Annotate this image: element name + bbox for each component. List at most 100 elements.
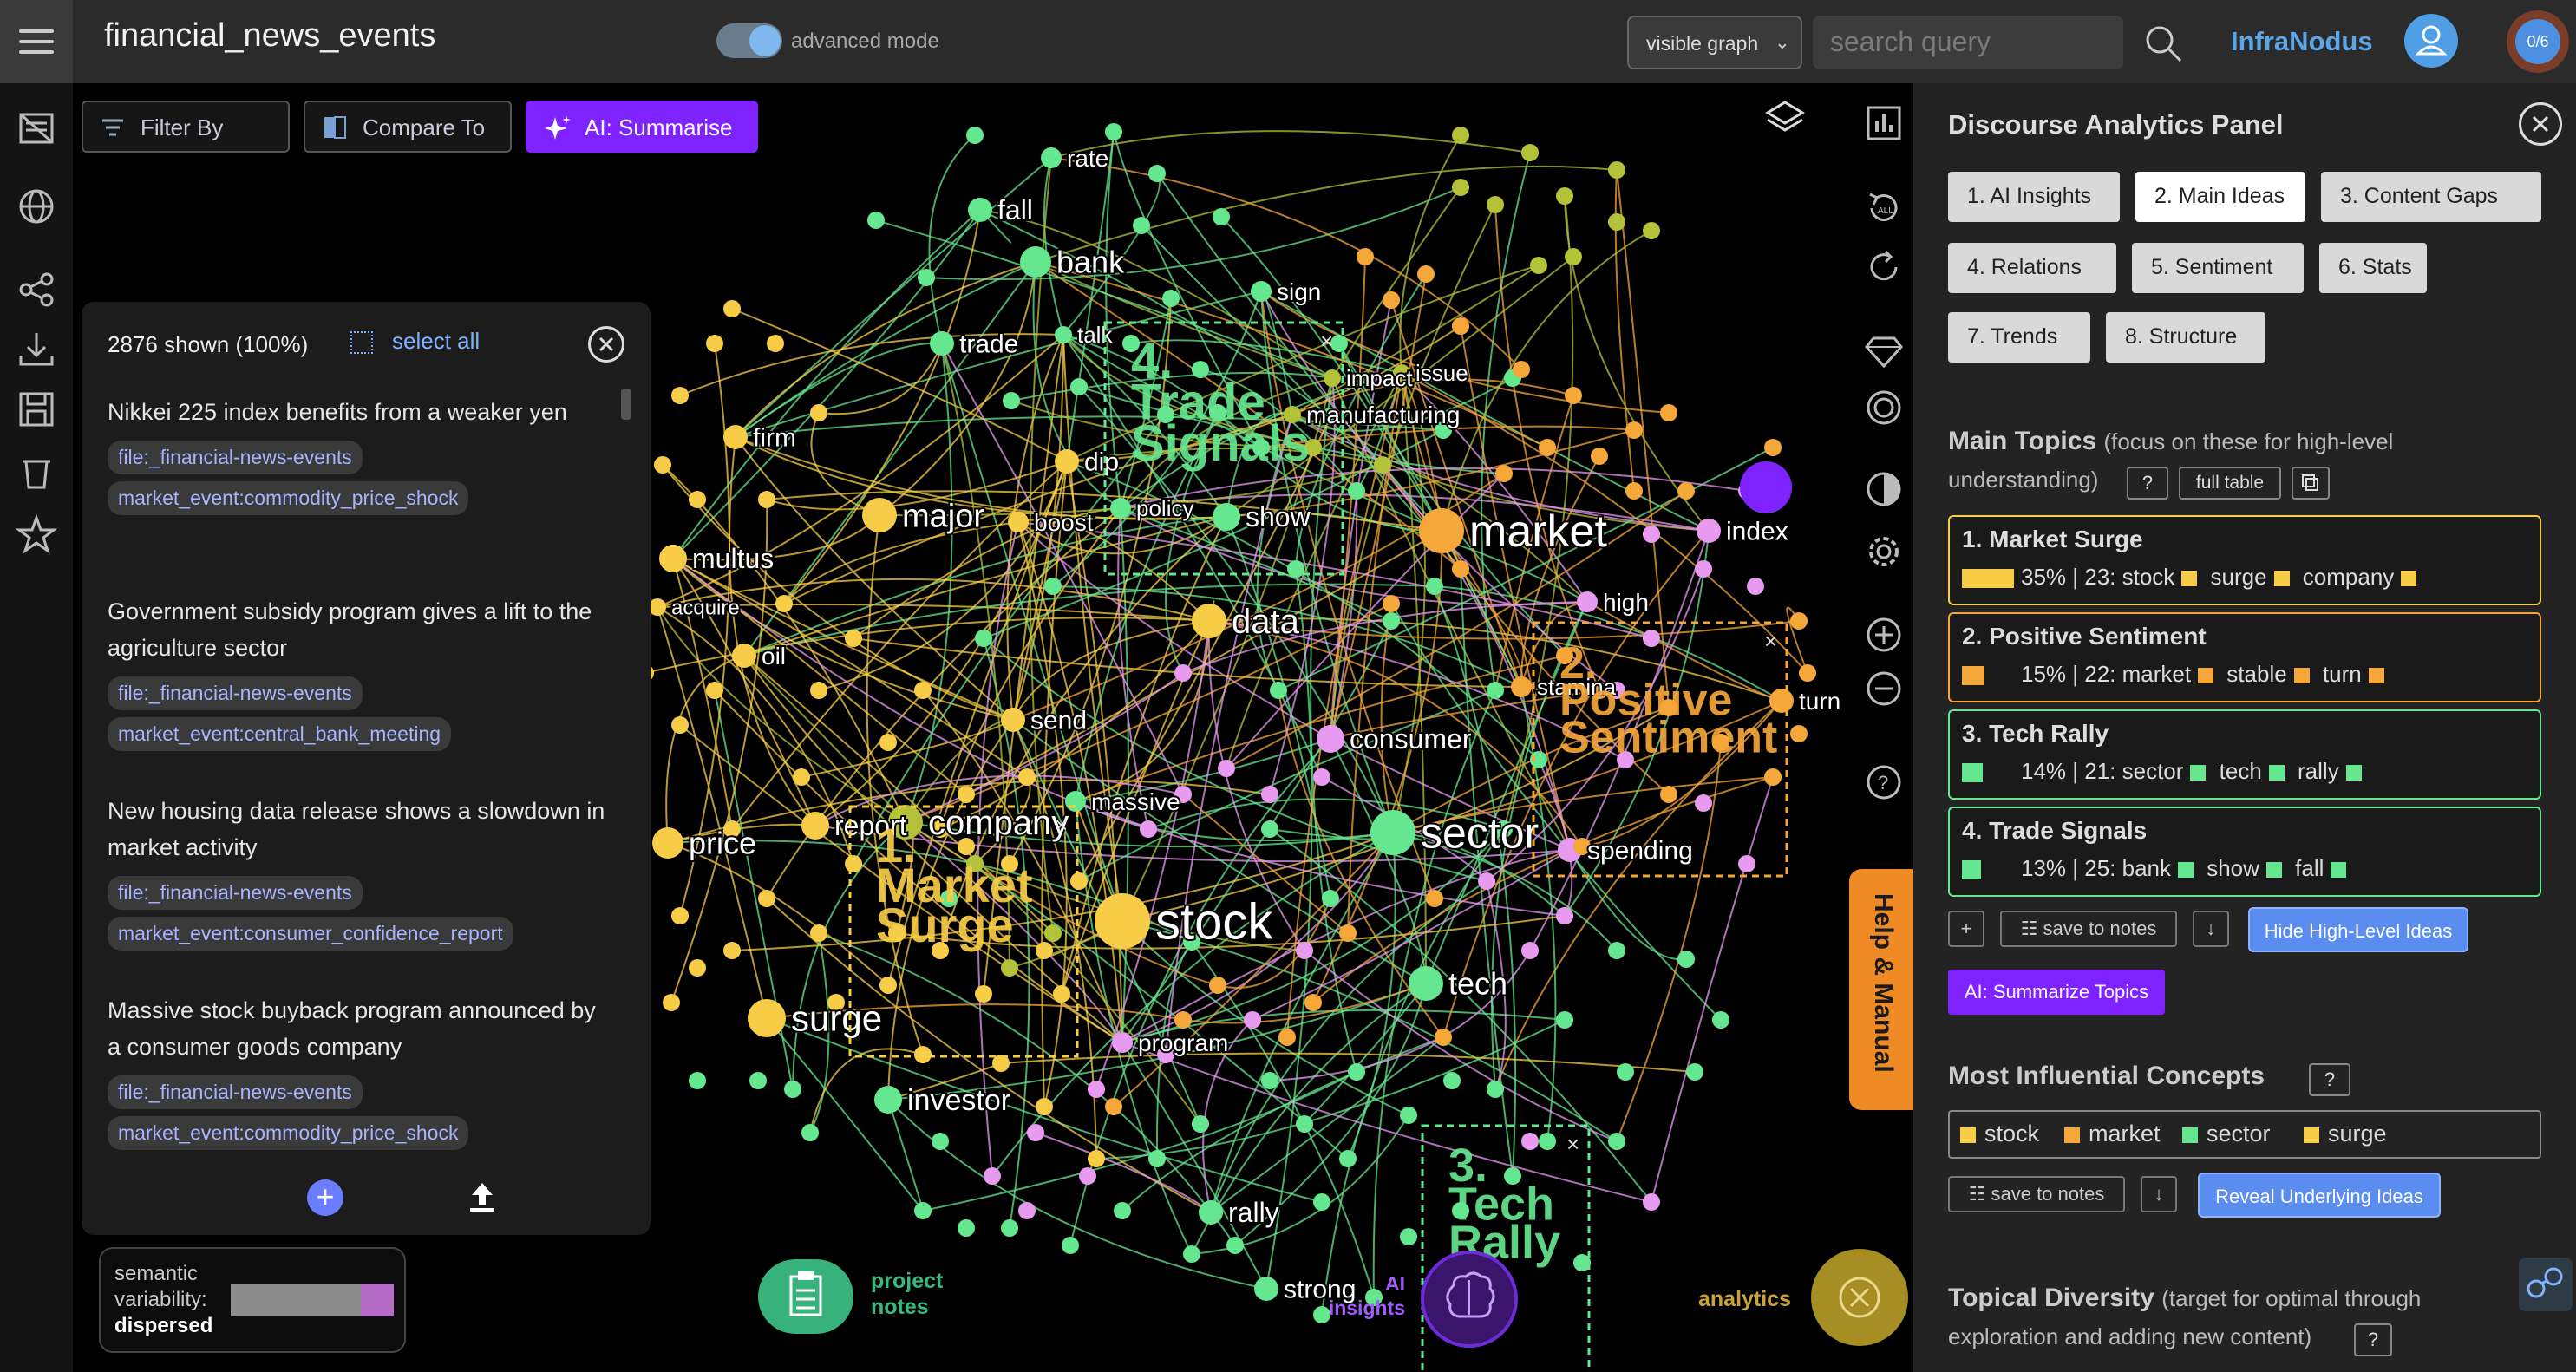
graph-node[interactable]	[775, 595, 793, 612]
select-all-icon[interactable]	[350, 331, 373, 354]
graph-node[interactable]	[1487, 196, 1504, 213]
graph-node[interactable]	[862, 498, 897, 532]
influential-concept[interactable]: stock	[1960, 1120, 2039, 1147]
tab-ai-insights[interactable]: 1. AI Insights	[1948, 172, 2120, 222]
zoom-out-icon[interactable]	[1863, 668, 1905, 709]
graph-node[interactable]	[1162, 290, 1180, 307]
graph-node[interactable]	[1556, 187, 1573, 205]
graph-node[interactable]	[1577, 591, 1598, 612]
tab-sentiment[interactable]: 5. Sentiment	[2132, 243, 2304, 293]
influential-help-button[interactable]: ?	[2309, 1063, 2350, 1096]
cluster-close-icon[interactable]: ×	[1320, 328, 1333, 354]
graph-node[interactable]	[845, 630, 862, 647]
graph-node[interactable]	[1400, 1107, 1417, 1124]
graph-node[interactable]	[1530, 257, 1547, 274]
graph-node[interactable]	[1608, 942, 1625, 959]
graph-node[interactable]	[1383, 612, 1400, 630]
tab-main-ideas[interactable]: 2. Main Ideas	[2135, 172, 2305, 222]
graph-node[interactable]	[1556, 1011, 1573, 1029]
node-label[interactable]: talk	[1076, 320, 1115, 350]
graph-node[interactable]	[793, 768, 810, 786]
graph-node[interactable]	[1521, 942, 1539, 959]
graph-node[interactable]	[1419, 508, 1464, 553]
graph-node[interactable]	[1018, 1202, 1036, 1219]
node-label[interactable]: investor	[906, 1082, 1012, 1119]
chart-icon[interactable]	[1863, 102, 1905, 144]
node-label[interactable]: turn	[1797, 686, 1842, 716]
reset-all-icon[interactable]: ALL	[1863, 187, 1905, 229]
graph-node[interactable]	[1313, 1193, 1330, 1211]
graph-node[interactable]	[1055, 326, 1072, 343]
graph-node[interactable]	[958, 1219, 975, 1237]
copy-button[interactable]	[2292, 467, 2330, 500]
download-topics-button[interactable]: ↓	[2193, 911, 2229, 947]
graph-node[interactable]	[1769, 689, 1794, 713]
statement-item[interactable]: Government subsidy program gives a lift …	[108, 593, 611, 751]
tab-content-gaps[interactable]: 3. Content Gaps	[2321, 172, 2541, 222]
graph-node[interactable]	[649, 598, 666, 616]
statement-tag[interactable]: market_event:central_bank_meeting	[108, 717, 452, 751]
contrast-icon[interactable]	[1863, 468, 1905, 510]
node-label[interactable]: price	[687, 824, 758, 863]
graph-node[interactable]	[1617, 1063, 1634, 1081]
ai-insights-button[interactable]	[1421, 1251, 1518, 1348]
graph-node[interactable]	[1053, 985, 1070, 1003]
topic-keyword[interactable]: market	[2115, 661, 2191, 687]
graph-node[interactable]	[1521, 144, 1539, 161]
graph-node[interactable]	[1712, 1011, 1729, 1029]
graph-node[interactable]	[1426, 578, 1443, 595]
full-table-button[interactable]: full table	[2179, 467, 2281, 500]
node-label[interactable]: massive	[1089, 787, 1182, 817]
graph-node[interactable]	[810, 924, 827, 942]
node-label[interactable]: firm	[751, 422, 798, 454]
graph-node[interactable]	[1565, 248, 1582, 265]
statement-tag[interactable]: file:_financial-news-events	[108, 1075, 363, 1109]
usage-counter-badge[interactable]: 0/6	[2507, 10, 2569, 73]
graph-node[interactable]	[1001, 959, 1018, 977]
topic-card[interactable]: 2. Positive Sentiment 15% | 22: market st…	[1948, 612, 2541, 702]
graph-node[interactable]	[1339, 1150, 1357, 1167]
graph-node[interactable]	[918, 269, 935, 286]
network-settings-button[interactable]	[2519, 1258, 2573, 1311]
topic-keyword[interactable]: company	[2297, 564, 2395, 590]
topic-keyword[interactable]: tech	[2213, 758, 2262, 784]
graph-node[interactable]	[930, 331, 954, 356]
topic-keyword[interactable]: bank	[2115, 855, 2171, 881]
graph-node[interactable]	[1278, 1029, 1296, 1046]
topic-keyword[interactable]: stable	[2220, 661, 2286, 687]
brand-logo[interactable]: InfraNodus	[2231, 26, 2373, 57]
graph-node[interactable]	[1070, 872, 1088, 890]
search-input[interactable]: search query	[1813, 16, 2123, 69]
graph-node[interactable]	[1686, 1063, 1703, 1081]
graph-node[interactable]	[1370, 810, 1415, 855]
graph-node[interactable]	[652, 827, 683, 859]
graph-node[interactable]	[932, 1133, 949, 1150]
graph-node[interactable]	[732, 644, 756, 668]
layers-icon[interactable]	[1764, 97, 1806, 139]
node-label[interactable]: send	[1029, 705, 1089, 737]
graph-node[interactable]	[968, 198, 992, 222]
search-icon[interactable]	[2142, 23, 2184, 64]
graph-node[interactable]	[1018, 768, 1036, 786]
graph-node[interactable]	[1348, 1063, 1365, 1081]
node-label[interactable]: fall	[996, 193, 1035, 227]
ai-summarise-button[interactable]: AI: Summarise	[526, 101, 758, 153]
graph-node[interactable]	[1374, 456, 1391, 474]
graph-node[interactable]	[1140, 820, 1157, 838]
ai-insights-label[interactable]: AI insights	[1318, 1271, 1405, 1320]
graph-node[interactable]	[1747, 578, 1764, 595]
graph-node[interactable]	[1348, 482, 1365, 500]
graph-node[interactable]	[1174, 664, 1192, 682]
node-label[interactable]: oil	[760, 641, 788, 671]
graph-node[interactable]	[1435, 1029, 1452, 1046]
graph-node[interactable]	[966, 127, 984, 144]
graph-node[interactable]	[1677, 951, 1695, 968]
graph-node[interactable]	[1088, 1150, 1105, 1167]
graph-node[interactable]	[1254, 1277, 1278, 1301]
tab-relations[interactable]: 4. Relations	[1948, 243, 2116, 293]
node-label[interactable]: rate	[1065, 143, 1110, 173]
graph-node[interactable]	[1443, 1072, 1461, 1089]
project-notes-button[interactable]	[758, 1259, 853, 1334]
graph-node[interactable]	[1521, 1133, 1539, 1150]
graph-node[interactable]	[1095, 893, 1150, 949]
